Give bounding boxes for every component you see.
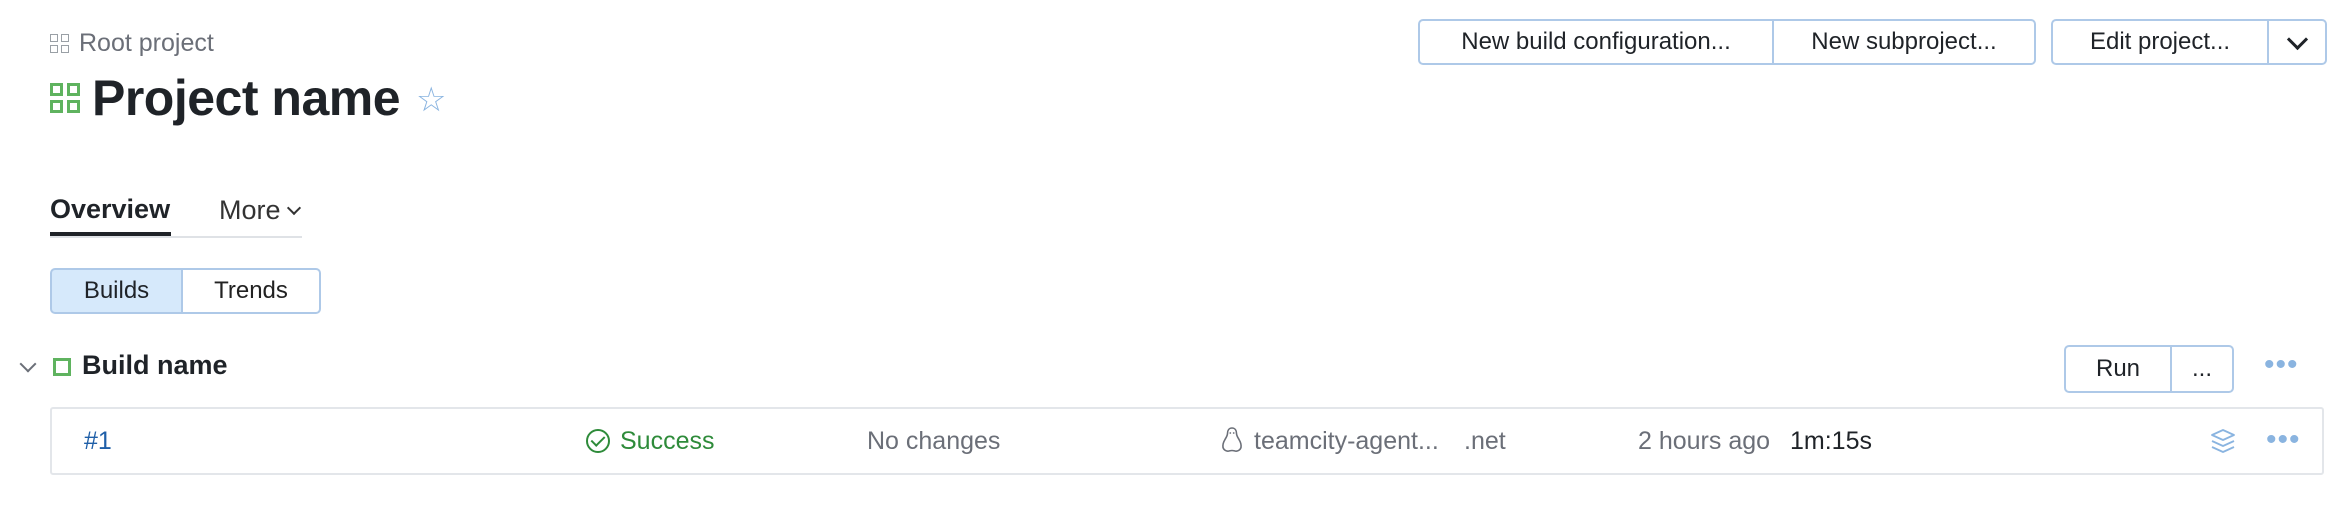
view-toggle: Builds Trends [50,268,321,314]
chevron-down-icon [286,200,301,216]
tab-overview[interactable]: Overview [50,186,171,236]
new-subproject-button[interactable]: New subproject... [1774,19,2036,65]
new-build-configuration-button[interactable]: New build configuration... [1418,19,1774,65]
run-custom-build-button[interactable]: ... [2172,345,2234,393]
page-title: Project name [92,70,401,126]
layers-icon[interactable] [2208,409,2238,473]
ellipsis-icon[interactable]: ••• [2264,350,2299,380]
chevron-down-icon [2286,28,2308,50]
ellipsis-icon[interactable]: ••• [2266,425,2301,455]
page-title-row: Project name ☆ [50,66,447,130]
linux-tux-icon [1222,427,1242,452]
edit-project-button[interactable]: Edit project... [2051,19,2269,65]
build-configuration-name[interactable]: Build name [82,350,228,381]
view-builds-button[interactable]: Builds [50,268,183,314]
tab-more[interactable]: More [219,186,301,234]
build-start-time: 2 hours ago [1638,426,1771,455]
build-status-text: Success [620,426,715,455]
build-duration: 1m:15s [1790,426,1872,455]
run-button-group: Run ... [2064,345,2234,393]
collapse-chevron-icon[interactable] [19,355,37,373]
view-trends-button[interactable]: Trends [183,268,321,314]
build-agent-name: teamcity-agent... [1254,426,1439,455]
tab-more-label: More [219,194,281,225]
project-tabs: Overview More [50,186,302,238]
build-changes[interactable]: No changes [867,409,1000,473]
breadcrumb[interactable]: Root project [50,28,214,58]
build-configuration-icon [53,358,71,376]
table-row[interactable]: #1 Success No changes teamcity-agent... … [50,407,2324,475]
check-circle-icon [586,429,610,453]
project-grid-icon [50,33,69,53]
edit-project-button-group: Edit project... [2051,19,2327,65]
build-agent[interactable]: teamcity-agent... [1220,409,1439,473]
star-outline-icon[interactable]: ☆ [416,80,446,120]
create-button-group: New build configuration... New subprojec… [1418,19,2036,65]
edit-project-dropdown-button[interactable] [2269,19,2327,65]
project-grid-icon [50,83,80,113]
breadcrumb-root-project[interactable]: Root project [79,29,214,58]
run-button[interactable]: Run [2064,345,2172,393]
build-number-link[interactable]: #1 [84,409,112,473]
build-agent-suffix: .net [1464,426,1506,455]
build-status[interactable]: Success [586,409,714,473]
layers-icon-glyph [2211,429,2235,453]
